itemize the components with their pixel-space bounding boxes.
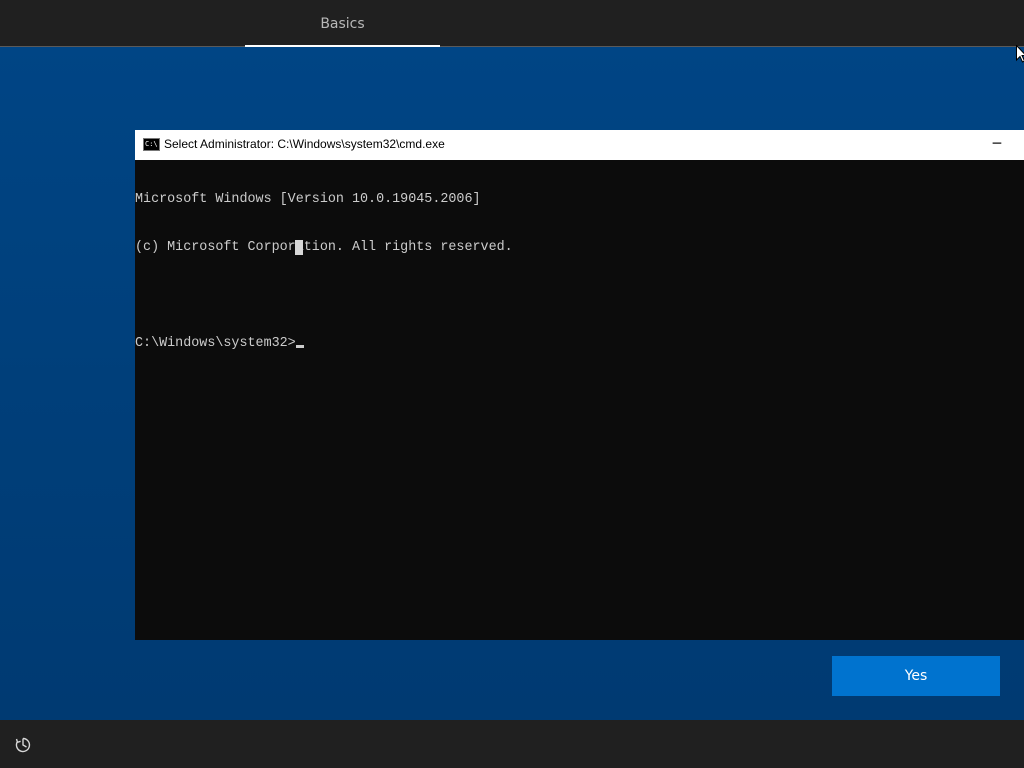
cmd-app-icon: C:\ (143, 138, 160, 151)
text-cursor-block (295, 240, 303, 255)
cmd-titlebar[interactable]: C:\ Select Administrator: C:\Windows\sys… (135, 130, 1024, 160)
cmd-window-title: Select Administrator: C:\Windows\system3… (164, 137, 445, 151)
console-prompt: C:\Windows\system32> (135, 336, 296, 351)
tab-basics[interactable]: Basics (245, 0, 440, 46)
bottom-bar (0, 720, 1024, 768)
console-caret (295, 345, 304, 348)
accessibility-icon[interactable] (14, 736, 32, 754)
mouse-pointer-icon (1016, 44, 1024, 63)
top-bar (0, 0, 1024, 46)
cmd-window[interactable]: C:\ Select Administrator: C:\Windows\sys… (135, 130, 1024, 640)
yes-button[interactable]: Yes (832, 656, 1000, 696)
console-line: (c) Microsoft Corporation. All rights re… (135, 240, 513, 255)
cmd-console[interactable]: Microsoft Windows [Version 10.0.19045.20… (135, 160, 1024, 640)
minimize-button[interactable]: ─ (980, 130, 1014, 160)
console-prompt-line: C:\Windows\system32> (135, 336, 1024, 352)
console-line: Microsoft Windows [Version 10.0.19045.20… (135, 192, 481, 207)
